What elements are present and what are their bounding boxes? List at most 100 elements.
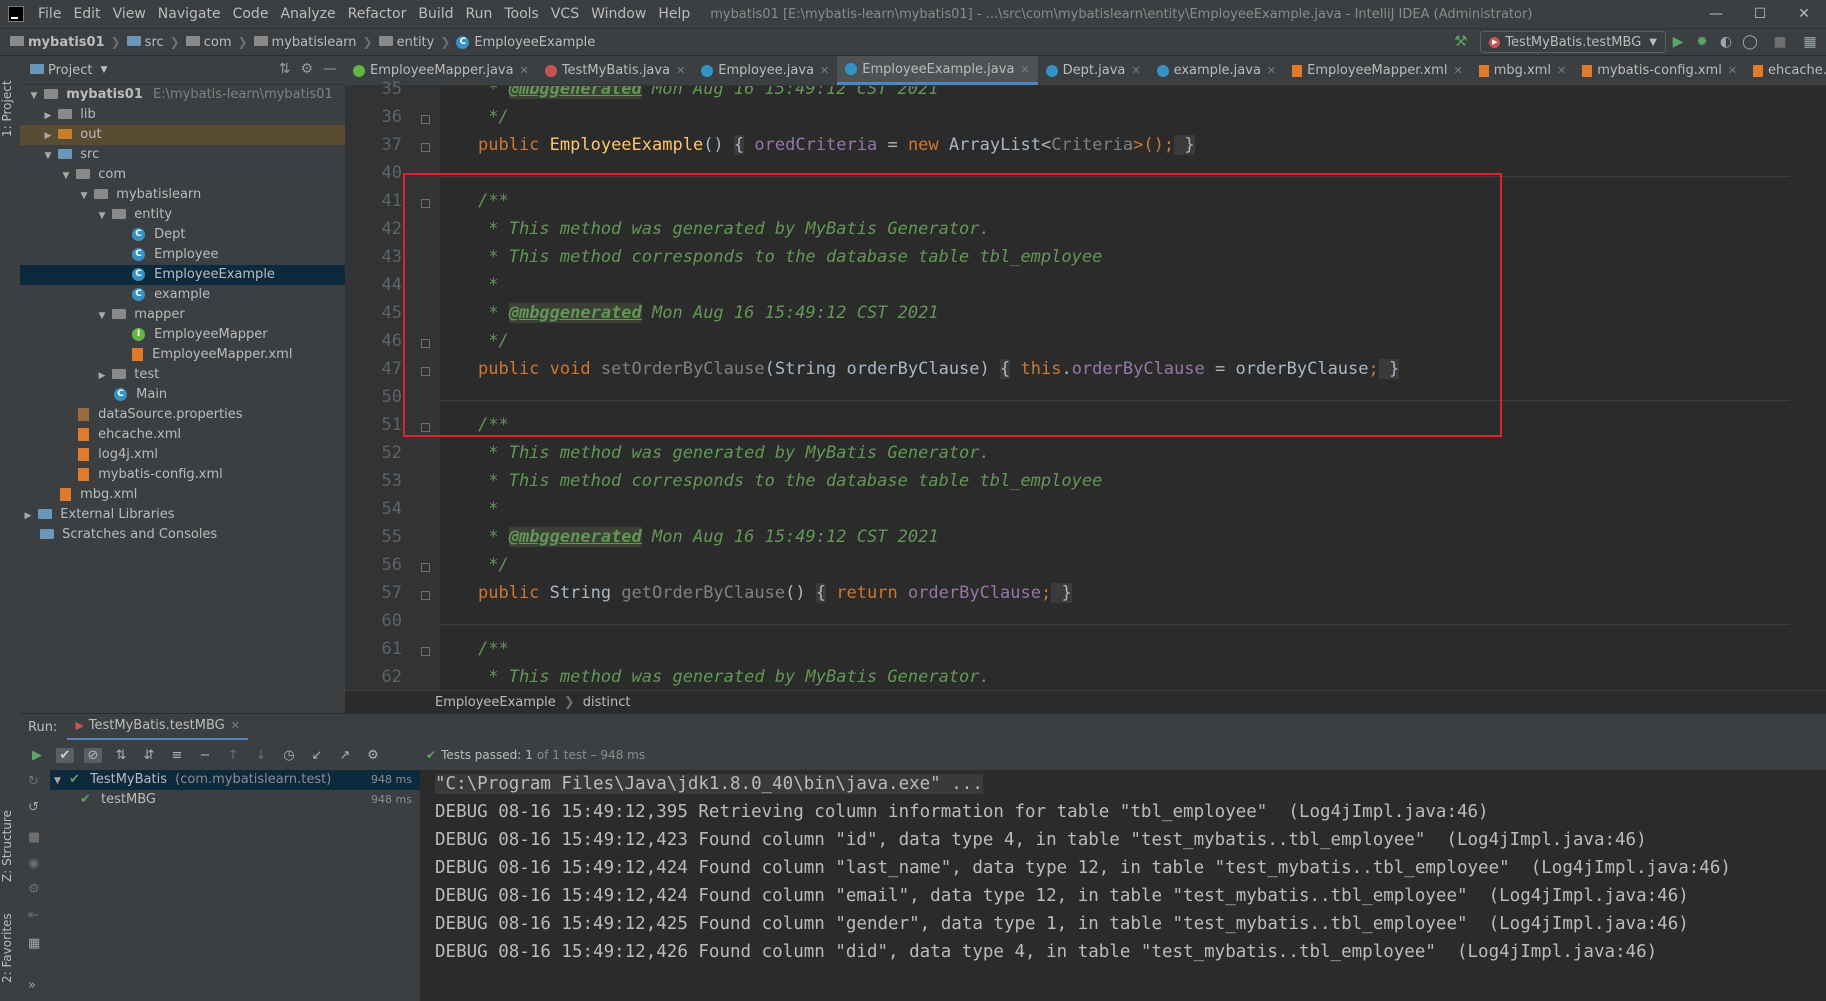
test-suite-row[interactable]: ▼ ✔ TestMyBatis (com.mybatislearn.test) … xyxy=(50,770,420,790)
fold-marker-icon[interactable] xyxy=(421,563,430,572)
run-icon[interactable]: ▶ xyxy=(1668,32,1688,52)
rerun-icon[interactable]: ▶ xyxy=(28,748,46,763)
favorites-tool-tab[interactable]: 2: Favorites xyxy=(0,898,20,998)
build-hammer-icon[interactable]: ⚒ xyxy=(1454,32,1467,50)
camera-icon[interactable]: ◉ xyxy=(28,856,39,871)
sort-duration-icon[interactable]: ⇵ xyxy=(140,748,158,763)
close-tab-icon[interactable]: ✕ xyxy=(231,712,240,739)
test-case-row[interactable]: ✔ testMBG 948 ms xyxy=(50,790,420,810)
gear-icon[interactable]: ⚙ xyxy=(300,61,313,77)
tab-ehcache-xml[interactable]: ehcache.xml✕ xyxy=(1745,56,1826,85)
expanded-arrow-icon[interactable]: ▼ xyxy=(60,166,72,186)
run-configuration-select[interactable]: ▶ TestMyBatis.testMBG ▼ xyxy=(1480,31,1666,53)
menu-window[interactable]: Window xyxy=(585,6,652,22)
fold-marker-icon[interactable] xyxy=(421,591,430,600)
expanded-arrow-icon[interactable]: ▼ xyxy=(42,146,54,166)
menu-code[interactable]: Code xyxy=(227,6,275,22)
breadcrumb-com[interactable]: com ❯ xyxy=(185,35,254,50)
close-tab-icon[interactable]: ✕ xyxy=(1131,64,1140,77)
console-output[interactable]: "C:\Program Files\Java\jdk1.8.0_40\bin\j… xyxy=(421,770,1826,1001)
close-tab-icon[interactable]: ✕ xyxy=(520,64,529,77)
tree-item-src[interactable]: ▼ src xyxy=(20,145,367,165)
tab-mbg-xml[interactable]: mbg.xml ✕ xyxy=(1471,56,1575,85)
coverage-icon[interactable]: ◐ xyxy=(1716,32,1736,52)
gear-icon[interactable]: ⚙ xyxy=(364,748,382,763)
tab-employeeexample-java[interactable]: EmployeeExample.java ✕ xyxy=(837,56,1038,85)
minimize-icon[interactable]: — xyxy=(1694,0,1738,28)
expanded-arrow-icon[interactable]: ▼ xyxy=(96,306,108,326)
export-tests-icon[interactable]: ↗ xyxy=(336,748,354,763)
exit-icon[interactable]: ⇤ xyxy=(28,908,39,923)
maximize-icon[interactable]: ☐ xyxy=(1738,0,1782,28)
more-icon[interactable]: » xyxy=(28,978,36,993)
tree-item-project-root[interactable]: ▼ mybatis01 E:\mybatis-learn\mybatis01 xyxy=(20,85,353,105)
menu-build[interactable]: Build xyxy=(412,6,459,22)
chevron-down-icon[interactable]: ▼ xyxy=(100,65,107,75)
stop-icon[interactable]: ■ xyxy=(28,830,40,845)
close-tab-icon[interactable]: ✕ xyxy=(1557,64,1566,77)
close-tab-icon[interactable]: ✕ xyxy=(820,64,829,77)
breadcrumb-mybatislearn[interactable]: mybatislearn ❯ xyxy=(253,35,379,50)
project-structure-icon[interactable]: ▦ xyxy=(1800,32,1820,52)
stop-icon[interactable]: ■ xyxy=(1770,32,1790,52)
hide-icon[interactable]: — xyxy=(323,61,337,77)
menu-file[interactable]: File xyxy=(32,6,67,22)
menu-refactor[interactable]: Refactor xyxy=(342,6,413,22)
debug-icon[interactable]: ✹ xyxy=(1692,32,1712,52)
menu-tools[interactable]: Tools xyxy=(498,6,545,22)
tab-testmybatis-java[interactable]: TestMyBatis.java ✕ xyxy=(537,56,693,85)
toggle-auto-test-icon[interactable]: ↺ xyxy=(28,800,39,815)
menu-navigate[interactable]: Navigate xyxy=(152,6,227,22)
tab-employeemapper-xml[interactable]: EmployeeMapper.xml ✕ xyxy=(1284,56,1471,85)
tab-example-java[interactable]: example.java ✕ xyxy=(1149,56,1285,85)
close-icon[interactable]: ✕ xyxy=(1782,0,1826,28)
collapsed-arrow-icon[interactable]: ▶ xyxy=(96,366,108,386)
menu-run[interactable]: Run xyxy=(460,6,499,22)
collapsed-arrow-icon[interactable]: ▶ xyxy=(42,106,54,126)
project-view-select[interactable]: Project xyxy=(48,63,92,78)
import-tests-icon[interactable]: ↙ xyxy=(308,748,326,763)
close-tab-icon[interactable]: ✕ xyxy=(1728,64,1737,77)
close-tab-icon[interactable]: ✕ xyxy=(676,64,685,77)
menu-edit[interactable]: Edit xyxy=(67,6,106,22)
collapse-all-icon[interactable]: ⇅ xyxy=(279,61,291,77)
expanded-arrow-icon[interactable]: ▼ xyxy=(54,776,61,786)
show-ignored-icon[interactable]: ⊘ xyxy=(84,747,102,763)
tree-item-out[interactable]: ▶ out xyxy=(20,125,367,145)
breadcrumb-class[interactable]: EmployeeExample xyxy=(435,695,556,710)
breadcrumb-src[interactable]: src ❯ xyxy=(126,35,186,50)
fold-marker-icon[interactable] xyxy=(421,647,430,656)
close-tab-icon[interactable]: ✕ xyxy=(1267,64,1276,77)
tree-item-com[interactable]: ▼ com xyxy=(20,165,385,185)
menu-view[interactable]: View xyxy=(107,6,152,22)
collapsed-arrow-icon[interactable]: ▶ xyxy=(42,126,54,146)
tree-item-lib[interactable]: ▶ lib xyxy=(20,105,367,125)
expanded-arrow-icon[interactable]: ▼ xyxy=(96,206,108,226)
close-tab-icon[interactable]: ✕ xyxy=(1020,63,1029,76)
test-history-icon[interactable]: ◷ xyxy=(280,748,298,763)
expanded-arrow-icon[interactable]: ▼ xyxy=(78,186,90,206)
next-failed-icon[interactable]: ↓ xyxy=(252,748,270,763)
collapsed-arrow-icon[interactable]: ▶ xyxy=(22,506,34,526)
fold-marker-icon[interactable] xyxy=(421,143,430,152)
expanded-arrow-icon[interactable]: ▼ xyxy=(28,86,40,106)
fold-marker-icon[interactable] xyxy=(421,115,430,124)
tab-employee-java[interactable]: Employee.java ✕ xyxy=(693,56,837,85)
tab-mybatis-config-xml[interactable]: mybatis-config.xml ✕ xyxy=(1574,56,1745,85)
breadcrumb-project[interactable]: mybatis01 ❯ xyxy=(10,35,127,50)
close-tab-icon[interactable]: ✕ xyxy=(1453,64,1462,77)
layout-icon[interactable]: ▦ xyxy=(28,936,40,951)
previous-failed-icon[interactable]: ↑ xyxy=(224,748,242,763)
breadcrumb-member[interactable]: distinct xyxy=(583,695,631,710)
show-passed-icon[interactable]: ✔ xyxy=(56,747,74,763)
tree-item-mbg-xml[interactable]: mbg.xml xyxy=(20,485,385,505)
tree-item-external-libraries[interactable]: ▶ External Libraries xyxy=(20,505,347,525)
rerun-failed-icon[interactable]: ↻ xyxy=(28,774,39,789)
collapse-all-icon[interactable]: − xyxy=(196,748,214,763)
settings-icon[interactable]: ⚙ xyxy=(28,882,40,897)
menu-help[interactable]: Help xyxy=(652,6,696,22)
sort-alpha-icon[interactable]: ⇅ xyxy=(112,748,130,763)
expand-all-icon[interactable]: ≡ xyxy=(168,748,186,763)
run-tab[interactable]: ▶ TestMyBatis.testMBG ✕ xyxy=(67,714,248,741)
breadcrumb-class[interactable]: C EmployeeExample xyxy=(456,35,595,50)
